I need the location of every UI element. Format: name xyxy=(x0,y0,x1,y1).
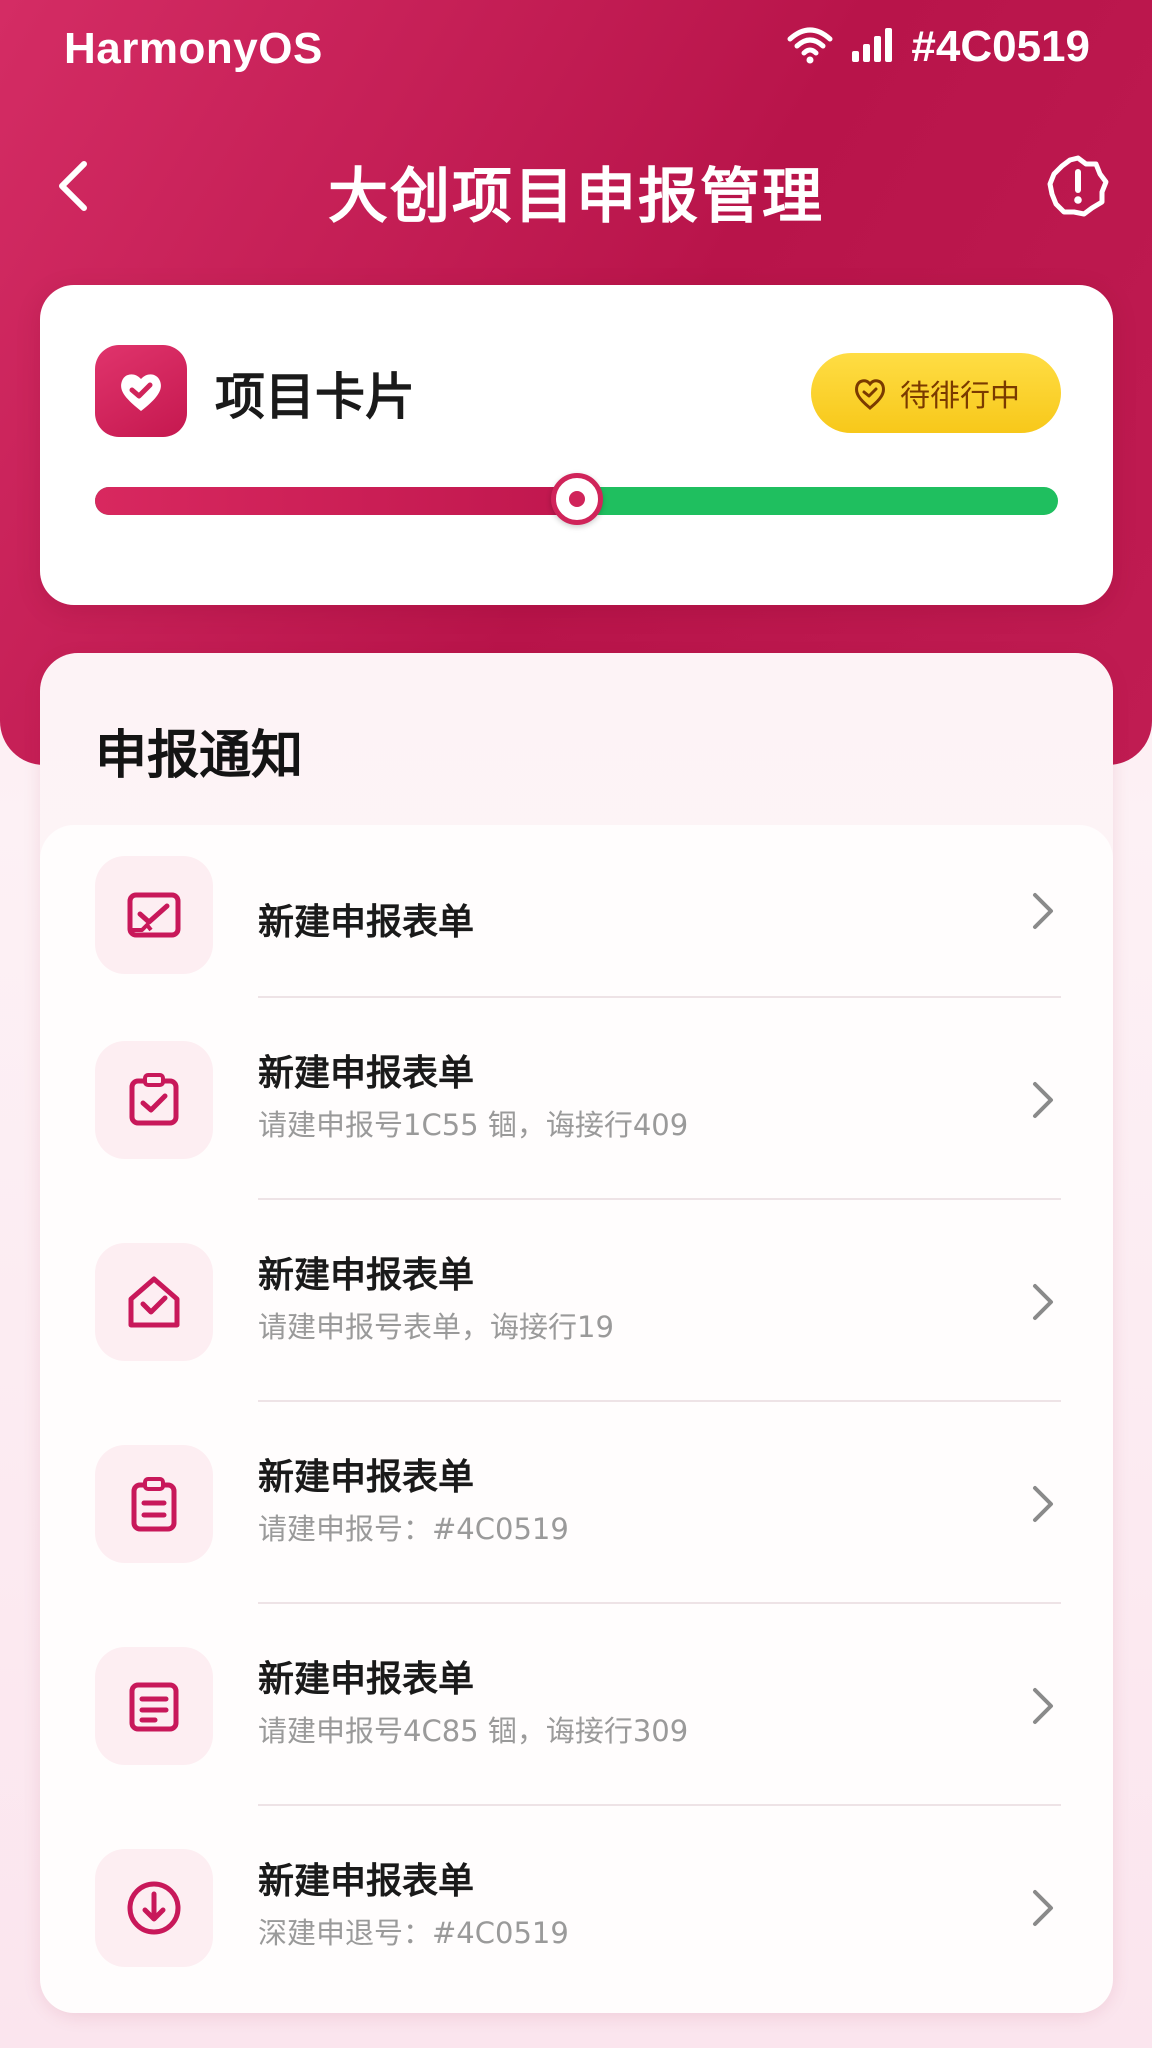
list-item-title: 新建申报表单 xyxy=(258,1457,475,1498)
status-badge-label: 待徘行中 xyxy=(900,379,1020,414)
progress-slider-handle[interactable] xyxy=(550,473,603,525)
clipboard-check-icon xyxy=(95,1041,213,1159)
home-check-icon xyxy=(95,1243,213,1361)
page-title: 大创项目申报管理 xyxy=(328,162,824,232)
list-item-subtitle: 请建申报号表单，诲接行19 xyxy=(258,1310,614,1344)
status-text: #4C0519 xyxy=(911,22,1090,71)
brand-label: HarmonyOS xyxy=(64,24,323,73)
notice-list: 新建申报表单 新建申报表单 请建申报号1C55 锢，诲接行409 新建申报表单 … xyxy=(40,825,1113,2013)
progress-knob-dot xyxy=(568,491,585,507)
chevron-right-icon xyxy=(1033,1486,1053,1522)
list-item-title: 新建申报表单 xyxy=(258,1053,475,1094)
list-item-title: 新建申报表单 xyxy=(258,1659,475,1700)
list-item[interactable]: 新建申报表单 请建申报号4C85 锢，诲接行309 xyxy=(40,1604,1113,1806)
chevron-right-icon xyxy=(1033,1082,1053,1118)
alert-badge-icon xyxy=(1047,155,1109,217)
section-title: 申报通知 xyxy=(95,726,304,786)
progress-track xyxy=(95,473,1058,525)
shield-check-icon xyxy=(855,379,885,410)
form-check-icon xyxy=(95,856,213,974)
list-item[interactable]: 新建申报表单 请建申报号表单，诲接行19 xyxy=(40,1200,1113,1402)
status-bar: HarmonyOS #4C0519 xyxy=(0,0,1152,100)
chevron-right-icon xyxy=(1033,1890,1053,1926)
download-circle-icon xyxy=(95,1849,213,1967)
list-item[interactable]: 新建申报表单 请建申报号1C55 锢，诲接行409 xyxy=(40,998,1113,1200)
list-item-subtitle: 请建申报号1C55 锢，诲接行409 xyxy=(258,1108,689,1142)
project-icon xyxy=(95,345,187,437)
status-indicators: #4C0519 xyxy=(787,22,1090,72)
list-item[interactable]: 新建申报表单 请建申报号：#4C0519 xyxy=(40,1402,1113,1604)
chevron-right-icon xyxy=(1033,1284,1053,1320)
alert-button[interactable] xyxy=(1042,150,1114,222)
list-item-subtitle: 深建申退号：#4C0519 xyxy=(258,1916,569,1950)
project-card-title: 项目卡片 xyxy=(215,368,415,426)
title-bar: 大创项目申报管理 xyxy=(0,130,1152,240)
chevron-right-icon xyxy=(1033,893,1053,929)
progress-fill xyxy=(95,487,577,515)
list-item-title: 新建申报表单 xyxy=(258,1861,475,1902)
list-item-subtitle: 请建申报号：#4C0519 xyxy=(258,1512,569,1546)
list-item[interactable]: 新建申报表单 xyxy=(40,825,1113,998)
document-icon xyxy=(95,1647,213,1765)
list-item-subtitle: 请建申报号4C85 锢，诲接行309 xyxy=(258,1714,689,1748)
project-card[interactable]: 项目卡片 待徘行中 xyxy=(40,285,1113,605)
list-item[interactable]: 新建申报表单 深建申退号：#4C0519 xyxy=(40,1806,1113,2006)
signal-icon xyxy=(851,27,893,67)
list-item-title: 新建申报表单 xyxy=(258,902,475,943)
clipboard-list-icon xyxy=(95,1445,213,1563)
list-item-title: 新建申报表单 xyxy=(258,1255,475,1296)
notice-panel: 申报通知 新建申报表单 新建申报表单 请建申报号1C55 锢，诲接行409 新建… xyxy=(40,653,1113,2013)
heart-check-icon xyxy=(121,374,161,411)
status-badge[interactable]: 待徘行中 xyxy=(811,353,1061,433)
chevron-right-icon xyxy=(1033,1688,1053,1724)
wifi-icon xyxy=(787,25,833,69)
